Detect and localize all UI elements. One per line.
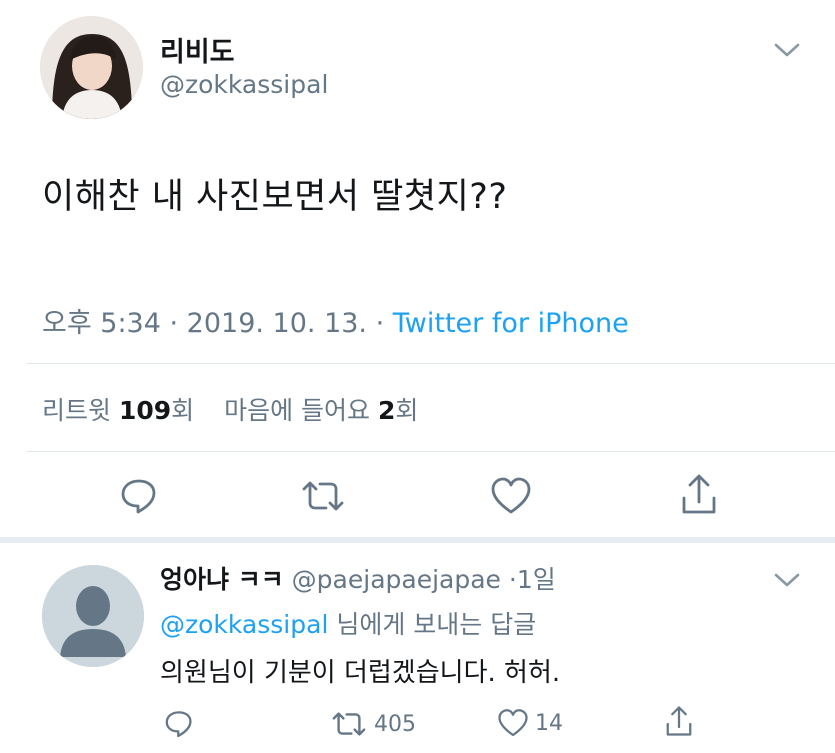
replying-to-mention[interactable]: @zokkassipal: [160, 610, 328, 639]
display-name[interactable]: 리비도: [160, 30, 235, 69]
share-icon: [682, 474, 716, 514]
profile-photo: [40, 16, 143, 119]
reply-like-button[interactable]: 14: [497, 708, 563, 738]
tweet-source-link[interactable]: Twitter for iPhone: [393, 308, 629, 339]
likes-unit: 회: [395, 396, 419, 425]
retweet-icon: [332, 712, 366, 736]
share-button[interactable]: [679, 472, 719, 520]
divider: [26, 363, 835, 364]
chevron-down-icon[interactable]: [772, 40, 802, 64]
tweet-meta: 오후 5:34 · 2019. 10. 13. · Twitter for iP…: [42, 301, 629, 340]
likes-stat[interactable]: 마음에 들어요 2회: [224, 396, 418, 425]
avatar[interactable]: [40, 16, 143, 119]
reply-reply-button[interactable]: [163, 707, 195, 739]
tweet-date[interactable]: 2019. 10. 13.: [187, 308, 367, 339]
divider: [26, 451, 835, 452]
retweets-count: 109: [118, 396, 172, 425]
share-icon: [666, 706, 692, 736]
retweet-button[interactable]: [300, 476, 346, 520]
tweet-text: 이해찬 내 사진보면서 딸쳣지??: [42, 177, 508, 217]
reply-display-name[interactable]: 엉아냐 ㅋㅋ: [160, 565, 284, 594]
reply-text: 의원님이 기분이 더럽겠습니다. 허허.: [160, 658, 561, 688]
retweets-label: 리트윗: [42, 396, 112, 425]
heart-icon: [491, 477, 531, 514]
section-separator: [0, 537, 835, 543]
reply-retweet-button[interactable]: 405: [330, 708, 416, 740]
replying-to-suffix: 님에게 보내는 답글: [336, 610, 537, 639]
retweets-unit: 회: [171, 396, 195, 425]
reply-retweet-count: 405: [374, 711, 416, 737]
replying-to: @zokkassipal 님에게 보내는 답글: [160, 605, 536, 641]
likes-label: 마음에 들어요: [224, 396, 371, 425]
like-button[interactable]: [490, 476, 532, 520]
retweets-stat[interactable]: 리트윗 109회: [42, 396, 194, 425]
meta-separator: ·: [169, 308, 187, 339]
tweet-time: 오후 5:34: [42, 308, 161, 339]
reply-avatar[interactable]: [42, 565, 144, 667]
retweet-icon: [302, 481, 344, 511]
heart-icon: [498, 709, 528, 737]
default-avatar-icon: [42, 565, 144, 667]
reply-icon: [165, 711, 192, 738]
reply-icon: [121, 479, 156, 514]
reply-share-button[interactable]: [664, 704, 694, 738]
reply-age: 1일: [516, 565, 556, 594]
meta-separator: ·: [508, 565, 517, 594]
likes-count: 2: [377, 396, 396, 425]
reply-button[interactable]: [118, 474, 160, 520]
user-handle[interactable]: @zokkassipal: [160, 70, 328, 99]
chevron-down-icon[interactable]: [772, 570, 802, 594]
tweet-stats: 리트윗 109회 마음에 들어요 2회: [42, 391, 418, 427]
reply-handle[interactable]: @paejapaejapae: [292, 565, 501, 594]
reply-header: 엉아냐 ㅋㅋ @paejapaejapae ·1일: [160, 560, 556, 596]
meta-separator: ·: [375, 308, 393, 339]
reply-like-count: 14: [535, 710, 563, 736]
